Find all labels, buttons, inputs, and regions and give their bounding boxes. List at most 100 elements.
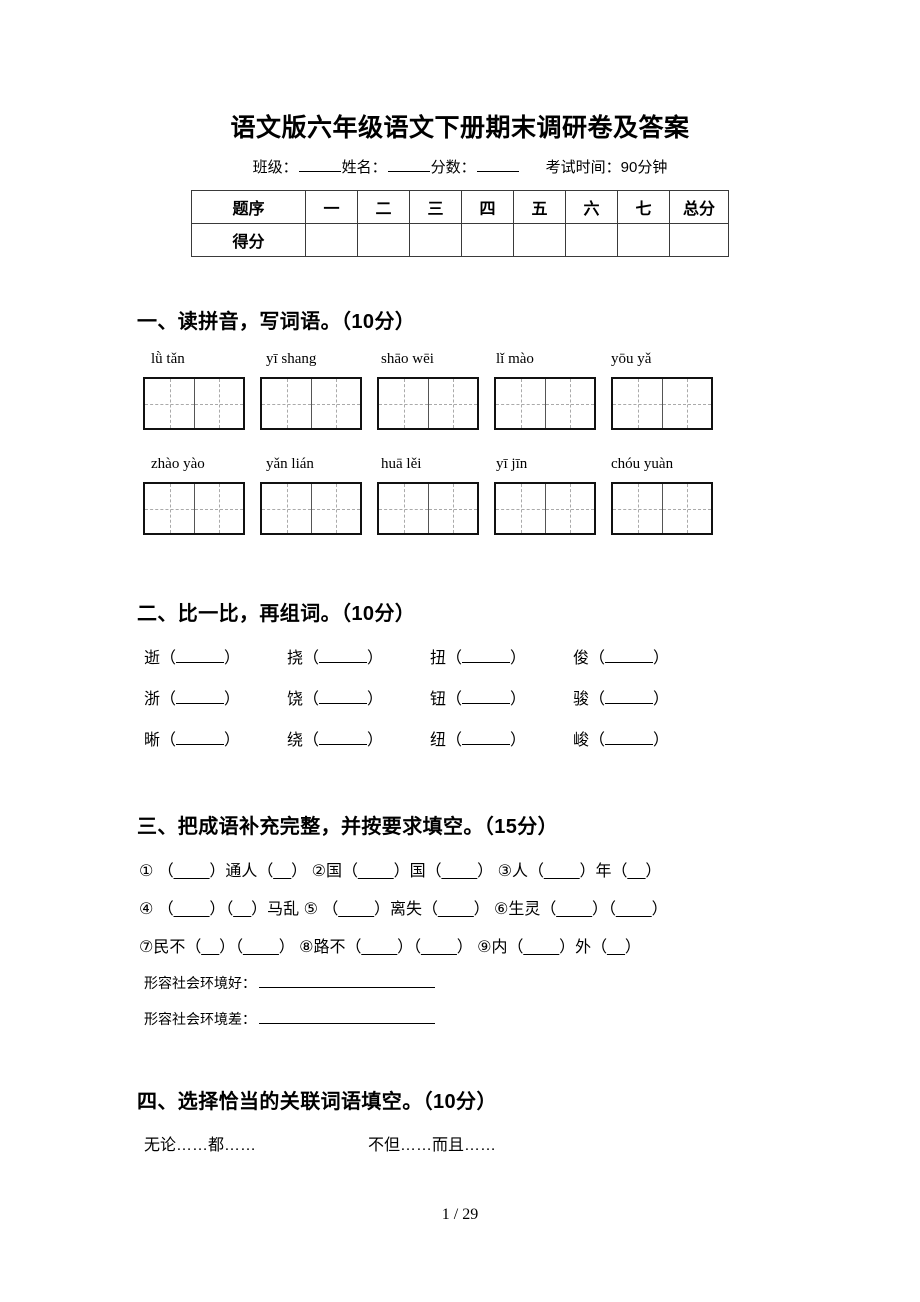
conjunction-item-2[interactable]: 不但……而且…… [368,1131,592,1155]
row-label-score: 得分 [191,223,306,258]
grid-cell[interactable] [379,484,428,534]
score-cell-total[interactable] [669,223,729,258]
pinyin-1-2: yī shang [266,351,317,368]
writing-grid-2-2[interactable] [260,482,362,536]
pinyin-row-1: lǜ tǎn yī shang shāo wēi lǐ mào yōu yǎ [151,351,880,368]
grid-cell[interactable] [145,379,194,429]
answer-blank[interactable] [176,650,225,664]
writing-grid-2-3[interactable] [377,482,479,536]
writing-grid-1-2[interactable] [260,377,362,431]
compare-item-3-1[interactable]: 晰（） [144,726,287,750]
conjunction-item-1[interactable]: 无论……都…… [144,1131,368,1155]
grid-cell[interactable] [613,379,662,429]
compare-item-1-2[interactable]: 挠（） [287,644,430,668]
class-blank[interactable] [298,158,341,173]
grid-cell[interactable] [194,484,243,534]
pinyin-2-5: chóu yuàn [611,456,674,473]
compare-char: 峻 [573,732,590,750]
writing-grid-1-5[interactable] [611,377,713,431]
compare-row-1: 逝（） 挠（） 扭（） 俊（） [144,644,880,668]
answer-blank[interactable] [462,691,511,705]
col-header-3: 三 [409,190,462,225]
compare-item-2-4[interactable]: 骏（） [573,685,716,709]
grid-cell[interactable] [428,484,477,534]
grid-cell[interactable] [428,379,477,429]
writing-grid-2-5[interactable] [611,482,713,536]
idiom-line-1[interactable]: ① （____）通人（__） ②国（____）国（____） ③人（____）年… [139,857,880,881]
answer-blank[interactable] [319,732,368,746]
writing-grid-2-1[interactable] [143,482,245,536]
grid-cell[interactable] [311,379,360,429]
grid-cell[interactable] [145,484,194,534]
idiom-line-3[interactable]: ⑦民不（__）（____） ⑧路不（____）（____） ⑨内（____）外（… [139,933,880,957]
writing-grid-1-3[interactable] [377,377,479,431]
fill-prompt-good-label: 形容社会环境好： [144,975,256,992]
grid-cell[interactable] [496,379,545,429]
col-header-6: 六 [565,190,618,225]
answer-blank[interactable] [605,732,654,746]
compare-char: 饶 [287,691,304,709]
section-two-heading: 二、比一比，再组词。（10分） [137,603,416,626]
score-blank[interactable] [476,158,519,173]
grid-cell[interactable] [379,379,428,429]
score-cell-1[interactable] [305,223,358,258]
compare-item-3-2[interactable]: 绕（） [287,726,430,750]
section-one-heading: 一、读拼音，写词语。（10分） [137,311,416,334]
fill-prompt-good-blank[interactable] [259,975,435,989]
grid-cell[interactable] [662,379,711,429]
conjunction-row: 无论……都…… 不但……而且…… [144,1131,880,1155]
writing-grid-2-4[interactable] [494,482,596,536]
score-cell-4[interactable] [461,223,514,258]
compare-item-2-3[interactable]: 钮（） [430,685,573,709]
answer-blank[interactable] [319,650,368,664]
grid-cell[interactable] [194,379,243,429]
answer-blank[interactable] [462,732,511,746]
section-four-heading: 四、选择恰当的关联词语填空。（10分） [137,1091,497,1114]
answer-blank[interactable] [605,691,654,705]
compare-item-1-4[interactable]: 俊（） [573,644,716,668]
compare-row-3: 晰（） 绕（） 纽（） 峻（） [144,726,880,750]
idiom-line-2[interactable]: ④ （____）（__）马乱 ⑤ （____）离失（____） ⑥生灵（____… [139,895,880,919]
col-header-2: 二 [357,190,410,225]
answer-blank[interactable] [462,650,511,664]
compare-item-2-2[interactable]: 饶（） [287,685,430,709]
compare-item-3-4[interactable]: 峻（） [573,726,716,750]
answer-blank[interactable] [176,691,225,705]
writing-grid-1-4[interactable] [494,377,596,431]
pinyin-2-1: zhào yào [151,456,205,473]
col-header-7: 七 [617,190,670,225]
name-blank[interactable] [387,158,430,173]
grid-cell[interactable] [662,484,711,534]
score-cell-3[interactable] [409,223,462,258]
compare-row-2: 浙（） 饶（） 钮（） 骏（） [144,685,880,709]
writing-grid-row-2 [143,482,880,536]
pinyin-1-4: lǐ mào [496,351,534,368]
score-cell-6[interactable] [565,223,618,258]
grid-cell[interactable] [545,379,594,429]
answer-blank[interactable] [319,691,368,705]
pinyin-2-2: yǎn lián [266,456,314,473]
grid-cell[interactable] [311,484,360,534]
grid-cell[interactable] [545,484,594,534]
compare-item-3-3[interactable]: 纽（） [430,726,573,750]
compare-char: 骏 [573,691,590,709]
grid-cell[interactable] [262,379,311,429]
score-label: 分数： [430,159,476,177]
compare-item-1-1[interactable]: 逝（） [144,644,287,668]
score-cell-7[interactable] [617,223,670,258]
grid-cell[interactable] [262,484,311,534]
grid-cell[interactable] [496,484,545,534]
compare-item-1-3[interactable]: 扭（） [430,644,573,668]
exam-page: 语文版六年级语文下册期末调研卷及答案 班级： 姓名： 分数： 考试时间：90分钟 题序… [0,0,920,1302]
score-cell-5[interactable] [513,223,566,258]
pinyin-1-3: shāo wēi [381,351,434,368]
fill-prompt-bad-blank[interactable] [259,1011,435,1025]
page-title: 语文版六年级语文下册期末调研卷及答案 [230,114,690,142]
grid-cell[interactable] [613,484,662,534]
writing-grid-1-1[interactable] [143,377,245,431]
row-label-question: 题序 [191,190,306,225]
answer-blank[interactable] [176,732,225,746]
compare-item-2-1[interactable]: 浙（） [144,685,287,709]
answer-blank[interactable] [605,650,654,664]
score-cell-2[interactable] [357,223,410,258]
